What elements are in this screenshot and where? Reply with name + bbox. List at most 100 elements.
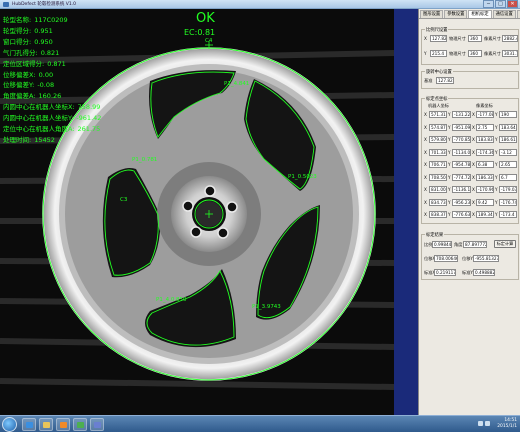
calib-axis-label: X bbox=[424, 112, 427, 117]
network-icon[interactable] bbox=[478, 421, 483, 426]
calib-x2-field[interactable]: 2.75 bbox=[476, 123, 494, 131]
calib-x2-field[interactable]: 186.33 bbox=[476, 173, 494, 181]
scale-group: 比例尺设置 X 127.82 物理尺寸 360 像素尺寸 2882.4 Y 21… bbox=[421, 27, 519, 65]
calib-axis-label: Y bbox=[448, 124, 451, 130]
calib-x1-field[interactable]: 831.003 bbox=[429, 186, 447, 193]
overlay-row: 内圆中心在机器人坐标X: 758.99 bbox=[3, 102, 101, 113]
label-p-left: P1_0.781 bbox=[132, 157, 158, 163]
calib-x1-field[interactable]: 834.737 bbox=[429, 198, 447, 206]
calib-x1-field[interactable]: 706.717 bbox=[429, 161, 447, 168]
calib-x1-field[interactable]: 701.338 bbox=[429, 148, 447, 156]
calib-y2-field[interactable]: 190 bbox=[499, 111, 517, 118]
calib-y1-field[interactable]: -776.637 bbox=[452, 211, 471, 218]
calib-y1-field[interactable]: -951.091 bbox=[452, 123, 471, 131]
overlay-key: 窗口得分: bbox=[3, 37, 32, 46]
calib-x1-field[interactable]: 571.313 bbox=[429, 111, 447, 118]
scale-y-pix[interactable]: 3031.71 bbox=[502, 50, 518, 57]
overlay-key: 轮型名称: bbox=[3, 16, 32, 24]
overlay-key: 内圆中心在机器人坐标X: bbox=[3, 103, 75, 112]
calib-axis-label: Y bbox=[495, 149, 498, 155]
calib-x1-field[interactable]: 579.806 bbox=[429, 136, 447, 143]
calib-y2-field[interactable]: -3.12 bbox=[499, 148, 517, 156]
scale-x-pix[interactable]: 2882.4 bbox=[502, 35, 518, 42]
minimize-button[interactable]: ─ bbox=[483, 0, 494, 8]
overlay-value: 0.950 bbox=[34, 37, 53, 46]
calib-x2-field[interactable]: -174.36 bbox=[476, 148, 494, 156]
close-button[interactable]: ✕ bbox=[507, 0, 518, 8]
clock-date: 2015/1/1 bbox=[497, 424, 517, 429]
tab-0[interactable]: 图形设置 bbox=[420, 10, 444, 18]
calib-y1-field[interactable]: -1136.11 bbox=[452, 186, 471, 193]
calib-axis-label: Y bbox=[448, 162, 451, 167]
calib-y2-field[interactable]: 183.64 bbox=[499, 123, 517, 131]
calib-y2-field[interactable]: 6.7 bbox=[499, 173, 517, 181]
taskbar-app2-icon[interactable] bbox=[90, 418, 104, 431]
calib-y2-field[interactable]: -179.03 bbox=[499, 186, 517, 193]
tray-icons bbox=[478, 421, 490, 426]
taskbar-media-icon[interactable] bbox=[56, 418, 70, 431]
overlay-value: 0.821 bbox=[40, 48, 60, 57]
calib-x2-field[interactable]: 189.34 bbox=[476, 211, 494, 218]
scale-x-pix-label: 像素尺寸 bbox=[484, 36, 501, 41]
calib-x2-field[interactable]: -170.96 bbox=[476, 186, 494, 193]
label-c3: C3 bbox=[120, 197, 128, 203]
taskbar-ie-icon[interactable] bbox=[22, 418, 36, 431]
overlay-value: -961.42 bbox=[76, 114, 102, 123]
clock[interactable]: 14:51 2015/1/1 bbox=[497, 418, 517, 430]
calib-x2-field[interactable]: 6.38 bbox=[476, 161, 494, 168]
app-window: HubDefect 轮毂检测系统 V1.0 ─ □ ✕ OK EC:0.81 C… bbox=[0, 0, 520, 432]
calibrate-button[interactable]: 标定计算 bbox=[494, 240, 516, 248]
angle-label: 角度 bbox=[454, 242, 463, 247]
scale-y-value[interactable]: 215.4 bbox=[430, 50, 447, 57]
calib-axis-label: Y bbox=[448, 187, 451, 192]
calib-points-group: 标定点坐标 机器人坐标 像素坐标 X 571.313 Y -131.22 X -177.0… bbox=[421, 96, 519, 224]
rotation-group: 旋转中心设置 基准 127.82 bbox=[421, 69, 519, 89]
calib-x1-field[interactable]: 708.502 bbox=[429, 173, 447, 181]
calib-x2-field[interactable]: 9.42 bbox=[476, 198, 494, 206]
calib-y1-field[interactable]: -774.722 bbox=[452, 173, 471, 181]
scale-x-phys[interactable]: 360 bbox=[468, 35, 482, 42]
overlay-key: 定位中心在机器人角度A: bbox=[3, 125, 75, 134]
calib-y1-field[interactable]: -956.237 bbox=[452, 198, 471, 206]
taskbar-explorer-icon[interactable] bbox=[39, 418, 53, 431]
overlay-value: 0.00 bbox=[38, 70, 54, 79]
offset-y-value: -955.813276 bbox=[473, 255, 499, 262]
calib-y2-field[interactable]: 2.65 bbox=[499, 161, 517, 168]
scale-x-value[interactable]: 127.82 bbox=[430, 35, 447, 42]
label-p-bottom-right: P1_3.9743 bbox=[252, 304, 281, 310]
calib-y1-field[interactable]: -770.854 bbox=[452, 136, 471, 143]
view-scrollbar[interactable] bbox=[394, 9, 418, 415]
calib-axis-label: Y bbox=[495, 212, 498, 217]
calib-axis-label: X bbox=[424, 124, 427, 130]
calib-x2-field[interactable]: -177.08 bbox=[476, 111, 494, 118]
tab-3[interactable]: 通信设置 bbox=[492, 10, 516, 18]
maximize-button[interactable]: □ bbox=[495, 0, 506, 8]
tab-2[interactable]: 相机标定 bbox=[468, 10, 492, 18]
calib-axis-label: X bbox=[472, 124, 475, 130]
rotation-value[interactable]: 127.82 bbox=[436, 77, 454, 84]
label-p-top: P1_4.841 bbox=[224, 81, 250, 87]
calib-x1-field[interactable]: 838.37 bbox=[429, 211, 447, 218]
start-button[interactable] bbox=[2, 417, 17, 432]
calib-y1-field[interactable]: -131.22 bbox=[452, 111, 471, 118]
calib-y2-field[interactable]: 186.61 bbox=[499, 136, 517, 143]
calib-y2-field[interactable]: -176.74 bbox=[499, 198, 517, 206]
volume-icon[interactable] bbox=[485, 421, 490, 426]
calib-axis-label: Y bbox=[448, 212, 451, 217]
scale-y-phys[interactable]: 360 bbox=[468, 50, 482, 57]
calib-y1-field[interactable]: -1134.02 bbox=[452, 148, 471, 156]
overlay-key: 内圆中心在机器人坐标Y: bbox=[3, 114, 74, 123]
calib-x1-field[interactable]: 574.877 bbox=[429, 123, 447, 131]
calib-y1-field[interactable]: -954.788 bbox=[452, 161, 471, 168]
tab-1[interactable]: 参数设置 bbox=[444, 10, 468, 18]
std-y-value: 0.498882 bbox=[473, 269, 495, 276]
overlay-key: 轮型得分: bbox=[3, 26, 32, 35]
calib-axis-label: X bbox=[472, 199, 475, 205]
taskbar: 14:51 2015/1/1 bbox=[0, 415, 520, 432]
calib-y2-field[interactable]: -173.4 bbox=[499, 211, 517, 218]
overlay-row: 窗口得分: 0.950 bbox=[3, 37, 101, 48]
calib-x2-field[interactable]: 183.83 bbox=[476, 136, 494, 143]
overlay-row: 位移偏差Y: -0.08 bbox=[3, 80, 101, 91]
tab-strip: 图形设置参数设置相机标定通信设置日志查看 bbox=[419, 9, 520, 19]
taskbar-app-icon[interactable] bbox=[73, 418, 87, 431]
